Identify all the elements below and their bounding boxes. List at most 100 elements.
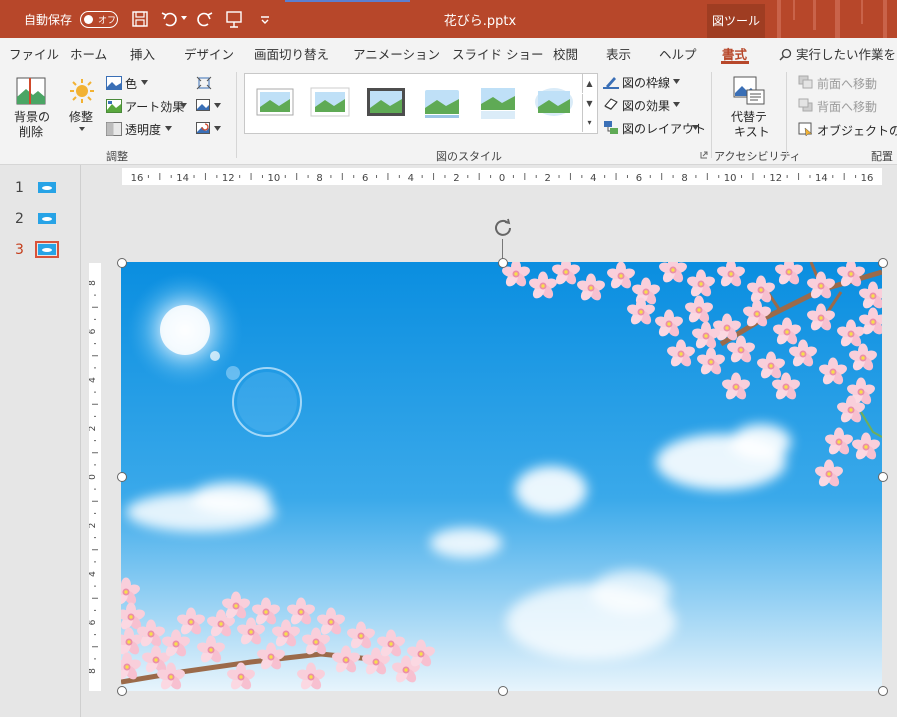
ruler-label: 6: [636, 173, 642, 184]
resize-handle[interactable]: [878, 258, 888, 268]
ruler-label: 6: [89, 619, 98, 625]
slide-number-selected: 3: [15, 242, 24, 258]
selection-pane-icon[interactable]: [798, 122, 814, 136]
slide-number: 2: [15, 211, 24, 227]
ruler-label: 0: [89, 474, 98, 480]
ruler-label: 10: [724, 173, 737, 184]
remove-background-icon[interactable]: [16, 77, 46, 105]
resize-handle[interactable]: [498, 258, 508, 268]
picture-layout-icon[interactable]: [603, 120, 619, 136]
color-dropdown-icon[interactable]: [141, 80, 148, 85]
color-label[interactable]: 色: [125, 75, 137, 92]
picture-style-thumb[interactable]: [478, 85, 518, 121]
artistic-effects-icon[interactable]: [106, 99, 122, 113]
alt-text-icon[interactable]: [733, 76, 765, 106]
ruler-label: 4: [89, 571, 98, 577]
artistic-effects-label[interactable]: アート効果: [125, 98, 184, 115]
resize-handle[interactable]: [117, 472, 127, 482]
change-picture-icon[interactable]: [196, 99, 212, 113]
slide-thumbnail-selected[interactable]: [35, 241, 59, 258]
tab-view[interactable]: 表示: [606, 44, 631, 63]
gallery-scroll-down[interactable]: ▼: [582, 94, 596, 113]
artistic-effects-dropdown-icon[interactable]: [180, 103, 187, 108]
picture-effects-icon[interactable]: [603, 97, 619, 111]
picture-style-thumb[interactable]: [366, 85, 406, 121]
tab-transitions[interactable]: 画面切り替え: [254, 44, 329, 63]
document-title: 花びら.pptx: [443, 14, 517, 29]
ruler-label: 14: [176, 173, 189, 184]
slide-thumbnail[interactable]: [38, 182, 56, 193]
tab-design[interactable]: デザイン: [184, 44, 234, 63]
resize-handle[interactable]: [878, 472, 888, 482]
compress-pictures-icon[interactable]: [196, 76, 212, 90]
redo-icon[interactable]: [194, 9, 214, 29]
picture-effects-label[interactable]: 図の効果: [622, 97, 670, 114]
ruler-label: 4: [89, 377, 98, 383]
tab-home[interactable]: ホーム: [70, 44, 107, 63]
picture-style-thumb[interactable]: [534, 85, 574, 121]
title-bar: 自動保存 オフ 花びら.pptx 図ツール: [0, 0, 897, 38]
ruler-label: 0: [499, 173, 505, 184]
gallery-scroll-up[interactable]: ▲: [582, 74, 596, 93]
dialog-launcher-icon[interactable]: [700, 151, 708, 159]
picture-border-label[interactable]: 図の枠線: [622, 74, 670, 91]
ribbon-tabs: ファイル ホーム 挿入 デザイン 画面切り替え アニメーション スライド ショー…: [0, 38, 897, 65]
picture-border-icon[interactable]: [603, 75, 619, 89]
horizontal-ruler-ticks: 16 14 12 10 8 6 4 2 0 2 4 6 8 10 12 14 16: [131, 173, 873, 184]
tab-file[interactable]: ファイル: [9, 44, 59, 63]
customize-qat-icon[interactable]: [255, 9, 275, 29]
picture-styles-gallery[interactable]: [244, 73, 598, 134]
ruler-label: 4: [408, 173, 414, 184]
change-picture-dropdown-icon[interactable]: [214, 103, 221, 108]
ruler-label: 8: [681, 173, 687, 184]
selection-pane-label[interactable]: オブジェクトの選択: [817, 122, 897, 139]
tab-slideshow[interactable]: スライド ショー: [452, 44, 543, 63]
tab-insert[interactable]: 挿入: [130, 44, 155, 63]
picture-layout-dropdown-icon[interactable]: [692, 125, 699, 130]
resize-handle[interactable]: [498, 686, 508, 696]
transparency-dropdown-icon[interactable]: [165, 126, 172, 131]
color-icon[interactable]: [106, 76, 122, 90]
transparency-icon[interactable]: [106, 122, 122, 136]
ruler-label: 16: [131, 173, 144, 184]
tab-help[interactable]: ヘルプ: [659, 44, 697, 63]
rotate-handle-icon[interactable]: [492, 217, 514, 239]
tab-animations[interactable]: アニメーション: [353, 44, 440, 63]
ruler-label: 6: [362, 173, 368, 184]
reset-picture-icon[interactable]: [196, 122, 212, 136]
slide-picture[interactable]: [121, 262, 882, 691]
transparency-label[interactable]: 透明度: [125, 121, 161, 138]
group-label-arrange: 配置: [871, 150, 893, 163]
corrections-label[interactable]: 修整: [69, 108, 93, 125]
resize-handle[interactable]: [878, 686, 888, 696]
picture-border-dropdown-icon[interactable]: [673, 79, 680, 84]
reset-picture-dropdown-icon[interactable]: [214, 126, 221, 131]
picture-style-thumb[interactable]: [310, 85, 350, 121]
bring-forward-label[interactable]: 前面へ移動: [817, 75, 877, 92]
tab-review[interactable]: 校閲: [553, 44, 578, 63]
gallery-more[interactable]: ▾: [582, 113, 596, 132]
horizontal-ruler: 16 14 12 10 8 6 4 2 0 2 4 6 8 10 12 14 16: [122, 168, 882, 185]
autosave-toggle[interactable]: オフ: [80, 11, 118, 28]
start-slideshow-icon[interactable]: [224, 9, 244, 29]
tell-me-box[interactable]: 実行したい作業を: [779, 44, 896, 63]
slide-thumbnail[interactable]: [38, 213, 56, 224]
picture-effects-dropdown-icon[interactable]: [673, 102, 680, 107]
picture-tools-context-label: 図ツール: [707, 4, 765, 38]
autosave-label: 自動保存: [24, 13, 73, 27]
undo-dropdown-icon[interactable]: [180, 14, 188, 22]
bring-forward-icon[interactable]: [798, 75, 814, 89]
corrections-sun-icon[interactable]: [67, 77, 97, 105]
corrections-dropdown-icon[interactable]: [78, 126, 86, 132]
resize-handle[interactable]: [117, 258, 127, 268]
picture-style-thumb[interactable]: [422, 85, 462, 121]
send-backward-label[interactable]: 背面へ移動: [817, 98, 877, 115]
slide-number: 1: [15, 180, 24, 196]
remove-background-label-2[interactable]: 削除: [19, 123, 43, 140]
picture-style-thumb[interactable]: [255, 85, 295, 121]
send-backward-icon[interactable]: [798, 98, 814, 112]
alt-text-label-2[interactable]: キスト: [734, 123, 770, 140]
undo-icon[interactable]: [160, 9, 180, 29]
save-icon[interactable]: [130, 9, 150, 29]
resize-handle[interactable]: [117, 686, 127, 696]
